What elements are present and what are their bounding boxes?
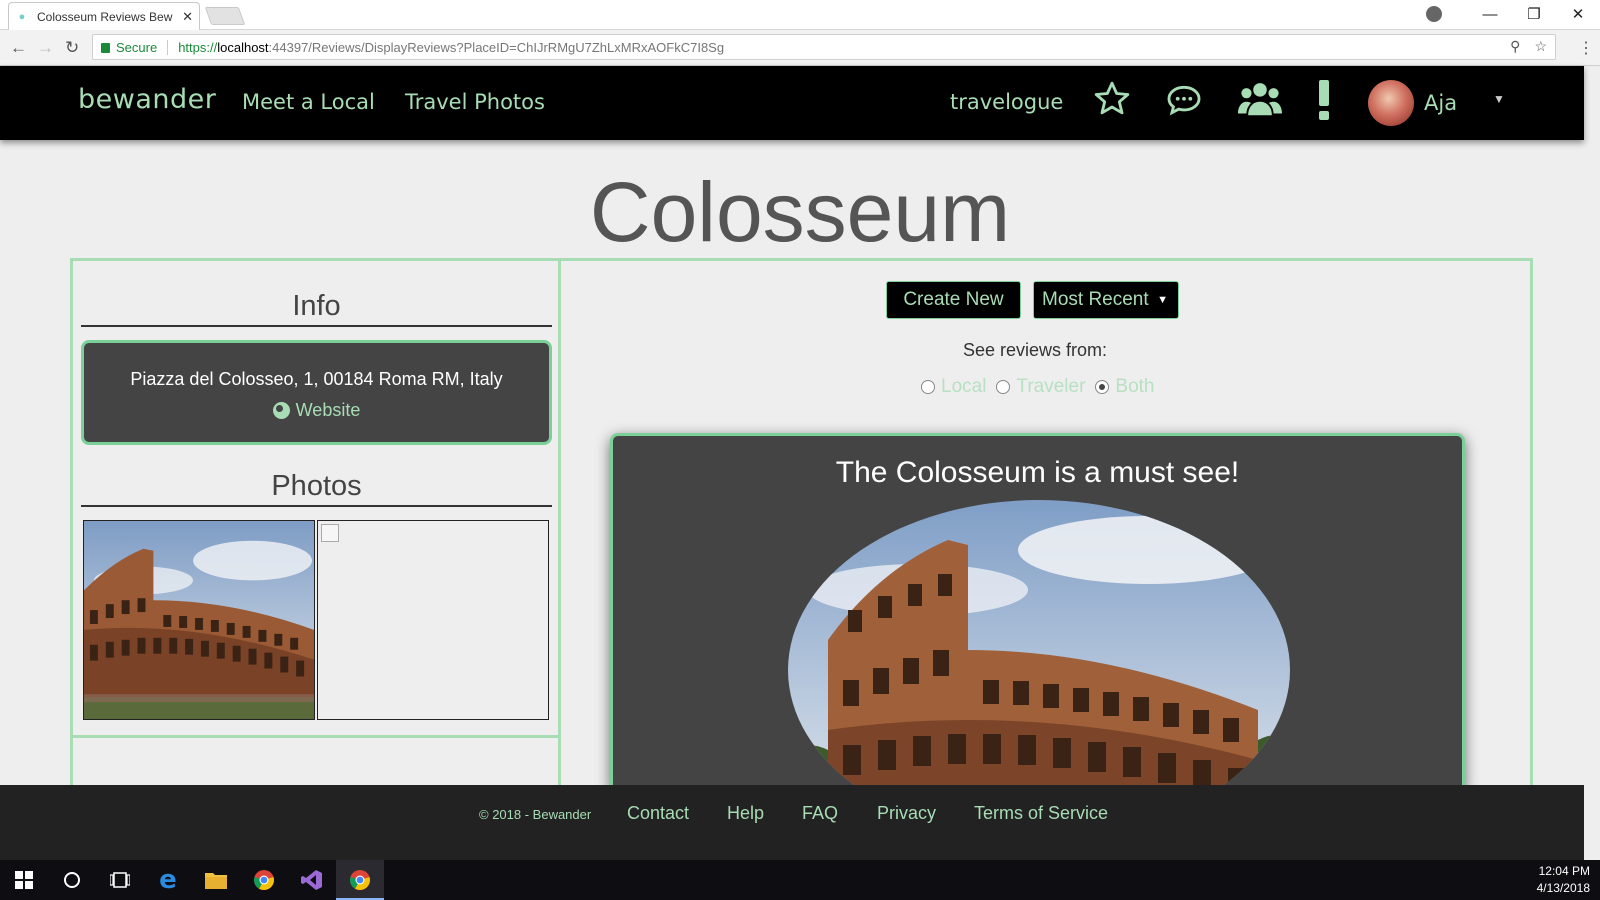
chrome-icon[interactable] bbox=[240, 860, 288, 900]
info-card: Piazza del Colosseo, 1, 00184 Roma RM, I… bbox=[81, 340, 552, 445]
tab-title: Colosseum Reviews Bew bbox=[37, 9, 173, 24]
url-path: :44397/Reviews/DisplayReviews?PlaceID=Ch… bbox=[268, 39, 725, 55]
radio-both-label[interactable]: Both bbox=[1115, 376, 1154, 398]
page-title: Colosseum bbox=[589, 165, 1011, 259]
copyright-text: © 2018 - Bewander bbox=[479, 807, 592, 822]
info-heading: Info bbox=[81, 290, 552, 327]
footer-link-help[interactable]: Help bbox=[727, 803, 764, 824]
messages-chat-icon[interactable] bbox=[1164, 81, 1204, 124]
globe-icon bbox=[272, 402, 290, 419]
review-card: The Colosseum is a must see! bbox=[610, 433, 1465, 793]
favorites-star-icon[interactable] bbox=[1092, 79, 1132, 124]
nav-travel-photos[interactable]: Travel Photos bbox=[405, 90, 545, 114]
edge-browser-icon[interactable]: e bbox=[144, 860, 192, 900]
photo-thumbnail-2[interactable] bbox=[317, 520, 549, 720]
site-footer: © 2018 - Bewander Contact Help FAQ Priva… bbox=[0, 785, 1584, 860]
user-name[interactable]: Aja bbox=[1424, 91, 1457, 115]
footer-link-privacy[interactable]: Privacy bbox=[877, 803, 936, 824]
zoom-icon[interactable]: ⚲ bbox=[1510, 38, 1520, 55]
radio-local-label[interactable]: Local bbox=[941, 376, 986, 398]
footer-link-terms[interactable]: Terms of Service bbox=[974, 803, 1108, 824]
user-avatar[interactable] bbox=[1368, 80, 1414, 126]
review-source-filter: Local Traveler Both bbox=[918, 376, 1155, 398]
radio-traveler-label[interactable]: Traveler bbox=[1016, 376, 1085, 398]
close-tab-icon[interactable]: ✕ bbox=[182, 9, 193, 25]
footer-link-contact[interactable]: Contact bbox=[627, 803, 689, 824]
file-explorer-icon[interactable] bbox=[192, 860, 240, 900]
place-address: Piazza del Colosseo, 1, 00184 Roma RM, I… bbox=[130, 369, 503, 389]
site-navbar: bewander Meet a Local Travel Photos trav… bbox=[0, 66, 1584, 140]
browser-tab[interactable]: ● Colosseum Reviews Bew ✕ bbox=[8, 2, 200, 30]
website-label: Website bbox=[295, 400, 361, 420]
forward-icon[interactable]: → bbox=[37, 38, 54, 58]
browser-menu-icon[interactable]: ⋮ bbox=[1578, 38, 1594, 58]
see-reviews-label: See reviews from: bbox=[962, 340, 1108, 360]
friends-group-icon[interactable] bbox=[1238, 80, 1282, 125]
user-menu-caret-icon[interactable]: ▼ bbox=[1493, 92, 1505, 106]
windows-taskbar: e 12:04 PM 4/13/2018 bbox=[0, 860, 1600, 900]
bookmark-star-icon[interactable]: ☆ bbox=[1534, 38, 1547, 55]
photo-thumbnail-1[interactable] bbox=[83, 520, 315, 720]
nav-meet-a-local[interactable]: Meet a Local bbox=[242, 90, 375, 114]
close-window-icon[interactable]: ✕ bbox=[1556, 0, 1600, 28]
radio-traveler[interactable] bbox=[996, 380, 1011, 394]
create-new-button[interactable]: Create New bbox=[886, 281, 1021, 319]
address-bar[interactable]: Secure https:// localhost :44397/Reviews… bbox=[92, 34, 1556, 60]
radio-local[interactable] bbox=[921, 380, 935, 394]
sort-selected-value: Most Recent bbox=[1042, 289, 1149, 310]
page-favicon-icon: ● bbox=[18, 10, 26, 23]
windows-start-icon[interactable] bbox=[0, 860, 48, 900]
column-divider bbox=[558, 258, 561, 818]
url-prefix: https:// bbox=[178, 39, 218, 55]
broken-image-icon bbox=[321, 524, 339, 542]
chevron-down-icon: ▼ bbox=[1157, 294, 1168, 306]
clock-time: 12:04 PM bbox=[1538, 864, 1590, 878]
minimize-icon[interactable]: — bbox=[1468, 0, 1512, 28]
reload-icon[interactable]: ↻ bbox=[65, 38, 79, 58]
clock-date: 4/13/2018 bbox=[1536, 881, 1590, 895]
notifications-alert-icon[interactable] bbox=[1318, 80, 1330, 125]
visual-studio-icon[interactable] bbox=[288, 860, 336, 900]
task-view-icon[interactable] bbox=[96, 860, 144, 900]
search-icon[interactable] bbox=[48, 860, 96, 900]
brand-logo[interactable]: bewander bbox=[78, 84, 216, 115]
browser-toolbar: ← → ↻ Secure https:// localhost :44397/R… bbox=[0, 30, 1600, 66]
browser-tabstrip: ● Colosseum Reviews Bew ✕ — ❐ ✕ bbox=[0, 0, 1600, 30]
lock-icon bbox=[101, 43, 110, 53]
url-host: localhost bbox=[217, 39, 269, 55]
radio-both[interactable] bbox=[1095, 380, 1110, 394]
review-photo[interactable] bbox=[788, 500, 1290, 790]
photos-heading: Photos bbox=[81, 470, 552, 507]
nav-travelogue[interactable]: travelogue bbox=[950, 90, 1063, 114]
system-clock[interactable]: 12:04 PM 4/13/2018 bbox=[1537, 863, 1590, 897]
footer-link-faq[interactable]: FAQ bbox=[802, 803, 838, 824]
new-tab-button[interactable] bbox=[204, 7, 246, 25]
restore-icon[interactable]: ❐ bbox=[1512, 0, 1556, 28]
colosseum-photo bbox=[84, 521, 314, 719]
review-title: The Colosseum is a must see! bbox=[835, 456, 1240, 489]
chrome-active-icon[interactable] bbox=[336, 860, 384, 900]
website-link[interactable]: Website bbox=[84, 400, 549, 421]
profile-icon[interactable] bbox=[1426, 6, 1442, 22]
back-icon[interactable]: ← bbox=[10, 38, 27, 58]
colosseum-review-image bbox=[788, 500, 1290, 790]
secure-label: Secure bbox=[116, 39, 169, 55]
sort-select[interactable]: Most Recent ▼ bbox=[1033, 281, 1179, 319]
